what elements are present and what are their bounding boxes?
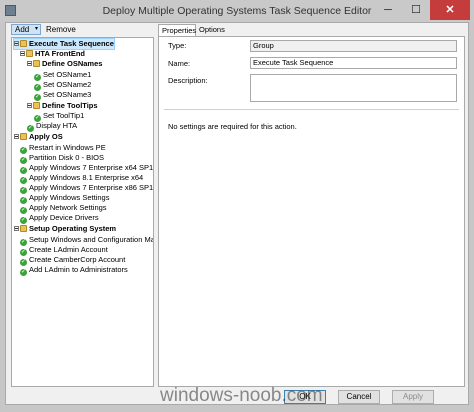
tree-item-label: Restart in Windows PE (29, 143, 106, 152)
tree-item-label: Partition Disk 0 - BIOS (29, 153, 105, 162)
tree-step-item[interactable]: ✓ Add LAdmin to Administrators (20, 265, 128, 276)
tree-item-label: Setup Windows and Configuration Ma (29, 235, 154, 244)
tree-item-label: Apply Windows 7 Enterprise x86 SP1 (29, 183, 154, 192)
editor-client-area: Add ▾ Remove Execute Task Sequence HTA Fr… (5, 22, 469, 405)
tree-item-label: Add LAdmin to Administrators (29, 265, 128, 274)
tree-step-item[interactable]: ✓ Apply Windows 7 Enterprise x64 SP1 (20, 163, 154, 174)
folder-icon (33, 60, 40, 67)
tree-item-label: Set ToolTip1 (43, 111, 85, 120)
tree-step-item[interactable]: ✓ Restart in Windows PE (20, 143, 106, 154)
tree-item-label: Apply Windows 7 Enterprise x64 SP1 (29, 163, 154, 172)
check-icon: ✓ (27, 125, 34, 132)
tree-group-item[interactable]: Define OSNames (27, 59, 102, 69)
tree-step-item[interactable]: ✓ Set OSName2 (34, 80, 92, 91)
name-label: Name: (168, 59, 191, 68)
close-button[interactable]: ✕ (430, 0, 470, 20)
type-label: Type: (168, 41, 187, 50)
no-settings-note: No settings are required for this action… (168, 122, 297, 131)
tree-item-label: Apply Device Drivers (29, 213, 99, 222)
tree-item-label: Define ToolTips (42, 101, 98, 110)
tree-item-label: Set OSName3 (43, 90, 92, 99)
tree-item-label: Setup Operating System (29, 224, 117, 233)
tree-item-label: Display HTA (36, 121, 78, 130)
tree-step-item[interactable]: ✓ Apply Windows 8.1 Enterprise x64 (20, 173, 144, 184)
tree-step-item[interactable]: ✓ Setup Windows and Configuration Ma (20, 235, 154, 246)
tree-step-item[interactable]: ✓ Set OSName3 (34, 90, 92, 101)
folder-icon (26, 50, 33, 57)
tree-step-item[interactable]: ✓ Apply Device Drivers (20, 213, 99, 224)
description-input[interactable] (250, 74, 457, 102)
tree-step-item[interactable]: ✓ Create LAdmin Account (20, 245, 108, 256)
add-label: Add (15, 25, 30, 34)
folder-icon (20, 225, 27, 232)
collapse-icon[interactable] (20, 51, 25, 56)
title-bar[interactable]: Deploy Multiple Operating Systems Task S… (0, 0, 474, 22)
check-icon: ✓ (34, 94, 41, 101)
collapse-icon[interactable] (14, 134, 19, 139)
tree-group-item[interactable]: Execute Task Sequence (13, 38, 115, 50)
tree-group-item[interactable]: Apply OS (14, 132, 63, 142)
properties-pane: Type: Group Name: Execute Task Sequence … (158, 36, 465, 387)
tree-item-label: HTA FrontEnd (35, 49, 85, 58)
tree-group-item[interactable]: Define ToolTips (27, 101, 98, 111)
folder-icon (20, 40, 27, 47)
collapse-icon[interactable] (14, 41, 19, 46)
tree-item-label: Apply Windows Settings (29, 193, 110, 202)
tree-step-item[interactable]: ✓ Apply Network Settings (20, 203, 107, 214)
collapse-icon[interactable] (27, 103, 32, 108)
cancel-button[interactable]: Cancel (338, 390, 380, 404)
tree-step-item[interactable]: ✓ Display HTA (27, 121, 78, 132)
tree-item-label: Apply Network Settings (29, 203, 107, 212)
tree-step-item[interactable]: ✓ Set ToolTip1 (34, 111, 85, 122)
folder-icon (20, 133, 27, 140)
minimize-button[interactable]: ─ (374, 0, 402, 20)
tab-options[interactable]: Options (196, 24, 226, 36)
task-sequence-tree[interactable]: Execute Task Sequence HTA FrontEnd Define … (11, 37, 154, 387)
tree-item-label: Define OSNames (42, 59, 103, 68)
folder-icon (33, 102, 40, 109)
tree-item-label: Create LAdmin Account (29, 245, 108, 254)
tree-group-item[interactable]: HTA FrontEnd (20, 49, 85, 59)
tree-item-label: Create CamberCorp Account (29, 255, 126, 264)
description-label: Description: (168, 76, 208, 85)
tree-step-item[interactable]: ✓ Partition Disk 0 - BIOS (20, 153, 105, 164)
tree-step-item[interactable]: ✓ Apply Windows 7 Enterprise x86 SP1 (20, 183, 154, 194)
tree-item-label: Apply OS (29, 132, 63, 141)
type-field: Group (250, 40, 457, 52)
tree-group-item[interactable]: Setup Operating System (14, 224, 116, 234)
collapse-icon[interactable] (27, 61, 32, 66)
tree-item-label: Execute Task Sequence (29, 39, 114, 48)
editor-window: Deploy Multiple Operating Systems Task S… (0, 0, 474, 412)
toolbar: Add ▾ Remove (6, 23, 156, 37)
tree-item-label: Set OSName1 (43, 70, 92, 79)
check-icon: ✓ (20, 217, 27, 224)
apply-button[interactable]: Apply (392, 390, 434, 404)
tree-item-label: Apply Windows 8.1 Enterprise x64 (29, 173, 144, 182)
check-icon: ✓ (20, 269, 27, 276)
chevron-down-icon: ▾ (34, 26, 38, 32)
name-input[interactable]: Execute Task Sequence (250, 57, 457, 69)
remove-button[interactable]: Remove (46, 24, 76, 35)
add-menu-button[interactable]: Add ▾ (11, 24, 41, 35)
maximize-button[interactable]: ☐ (402, 0, 430, 20)
tree-item-label: Set OSName2 (43, 80, 92, 89)
tree-step-item[interactable]: ✓ Create CamberCorp Account (20, 255, 126, 266)
tree-step-item[interactable]: ✓ Apply Windows Settings (20, 193, 110, 204)
tab-properties[interactable]: Properties (158, 24, 196, 36)
collapse-icon[interactable] (14, 226, 19, 231)
watermark: windows-noob.com (160, 385, 323, 406)
tree-step-item[interactable]: ✓ Set OSName1 (34, 70, 92, 81)
divider (164, 109, 459, 110)
